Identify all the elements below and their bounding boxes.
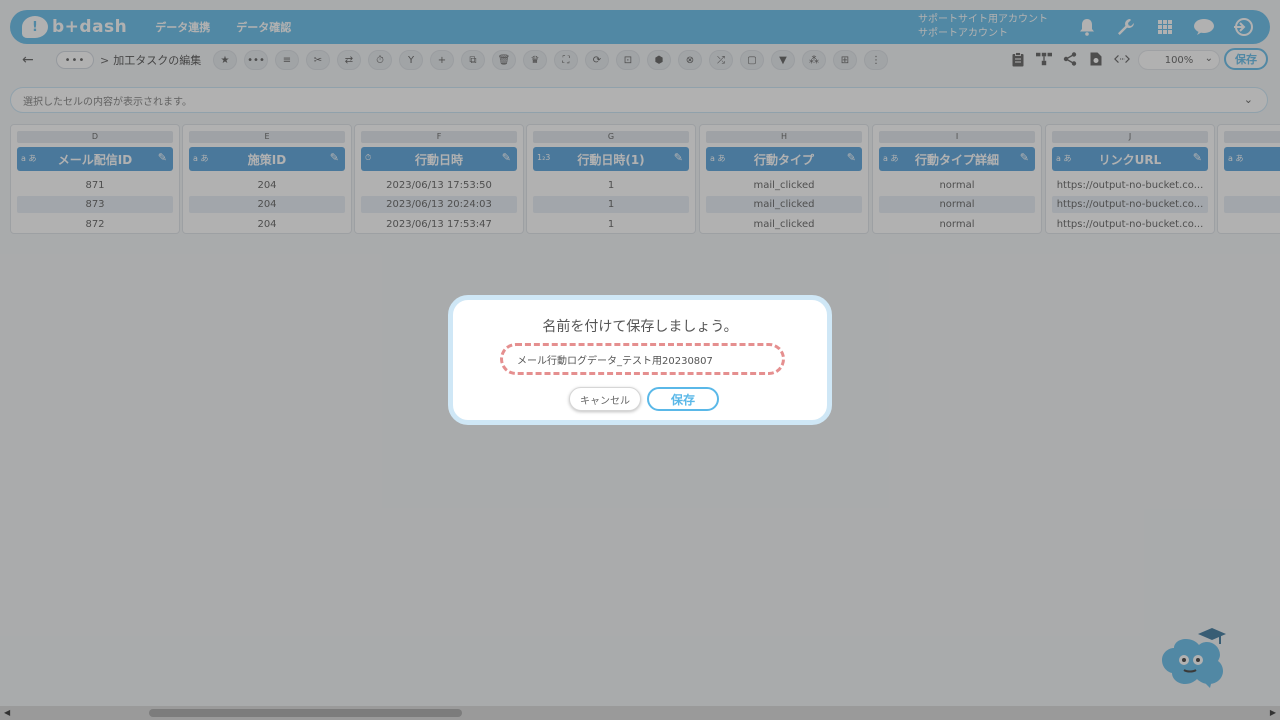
- dialog-save-button[interactable]: 保存: [647, 387, 719, 411]
- scroll-left-icon[interactable]: ◀: [4, 706, 10, 720]
- horizontal-scrollbar[interactable]: ◀ ▶: [0, 706, 1280, 720]
- save-dialog: 名前を付けて保存しましょう。 キャンセル 保存: [448, 295, 832, 425]
- scrollbar-thumb[interactable]: [149, 709, 462, 717]
- scroll-right-icon[interactable]: ▶: [1270, 706, 1276, 720]
- name-input[interactable]: [500, 343, 785, 375]
- cancel-button[interactable]: キャンセル: [569, 387, 641, 411]
- dialog-title: 名前を付けて保存しましょう。: [542, 319, 738, 335]
